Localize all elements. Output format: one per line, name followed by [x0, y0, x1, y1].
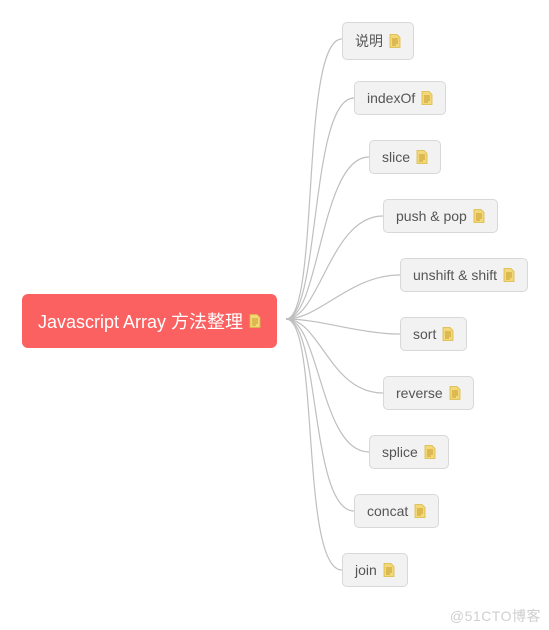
child-node-label: unshift & shift: [413, 267, 497, 283]
note-icon: [449, 386, 461, 400]
watermark-text: @51CTO博客: [450, 606, 541, 626]
note-icon: [421, 91, 433, 105]
note-icon: [249, 314, 261, 328]
root-node-label: Javascript Array 方法整理: [38, 308, 243, 334]
child-node-concat[interactable]: concat: [354, 494, 439, 528]
child-node-push-pop[interactable]: push & pop: [383, 199, 498, 233]
child-node-label: indexOf: [367, 90, 415, 106]
child-node-label: sort: [413, 326, 436, 342]
child-node-reverse[interactable]: reverse: [383, 376, 474, 410]
note-icon: [473, 209, 485, 223]
child-node-label: reverse: [396, 385, 443, 401]
root-node[interactable]: Javascript Array 方法整理: [22, 294, 277, 348]
note-icon: [503, 268, 515, 282]
note-icon: [416, 150, 428, 164]
child-node-sort[interactable]: sort: [400, 317, 467, 351]
child-node-label: slice: [382, 149, 410, 165]
child-node-unshift-shift[interactable]: unshift & shift: [400, 258, 528, 292]
child-node-shuoming[interactable]: 说明: [342, 22, 414, 60]
note-icon: [414, 504, 426, 518]
note-icon: [389, 34, 401, 48]
child-node-join[interactable]: join: [342, 553, 408, 587]
child-node-label: push & pop: [396, 208, 467, 224]
child-node-label: splice: [382, 444, 418, 460]
note-icon: [424, 445, 436, 459]
note-icon: [383, 563, 395, 577]
child-node-label: join: [355, 562, 377, 578]
child-node-splice[interactable]: splice: [369, 435, 449, 469]
child-node-indexof[interactable]: indexOf: [354, 81, 446, 115]
child-node-label: concat: [367, 503, 408, 519]
child-node-slice[interactable]: slice: [369, 140, 441, 174]
note-icon: [442, 327, 454, 341]
child-node-label: 说明: [355, 31, 383, 51]
